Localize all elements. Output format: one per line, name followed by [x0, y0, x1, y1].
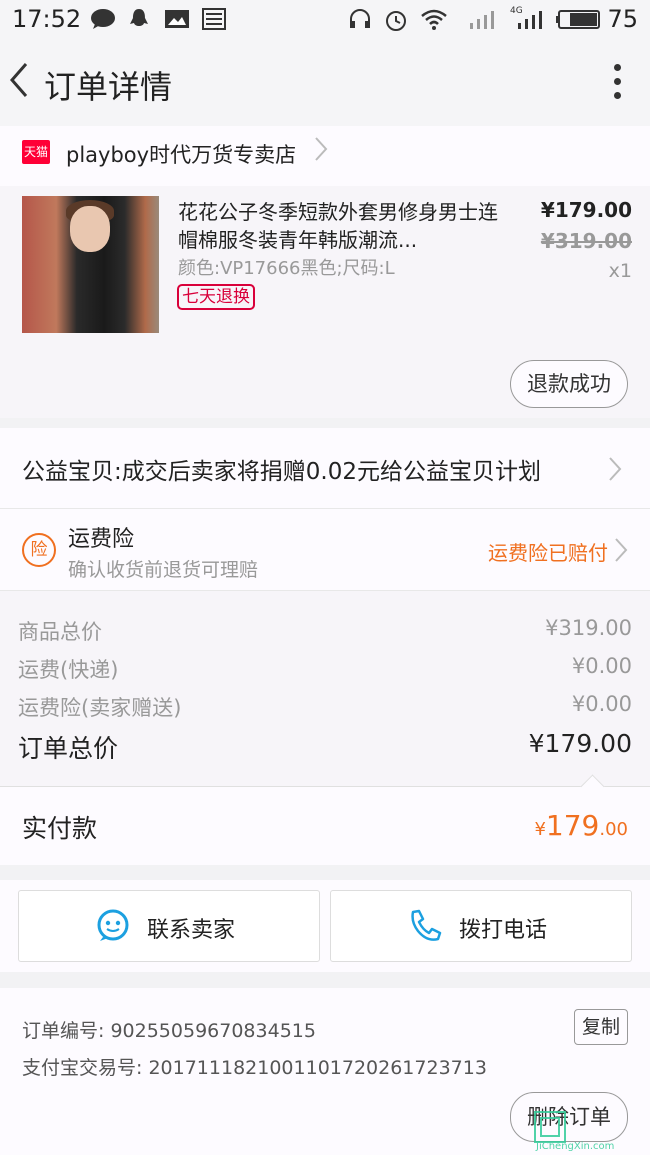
status-time: 17:52 — [12, 5, 82, 33]
call-phone-button[interactable]: 拨打电话 — [330, 890, 632, 962]
battery-icon — [556, 8, 602, 30]
order-total-value: ¥179.00 — [528, 729, 632, 758]
product-quantity: x1 — [608, 260, 632, 282]
charity-text: 公益宝贝:成交后卖家将捐赠0.02元给公益宝贝计划 — [22, 459, 541, 485]
chevron-right-icon — [614, 537, 628, 567]
insurance-fee-label: 运费险(卖家赠送) — [18, 696, 182, 720]
call-phone-label: 拨打电话 — [459, 918, 548, 943]
shipping-insurance-row[interactable]: 险 运费险 确认收货前退货可理赔 运费险已赔付 — [0, 508, 650, 591]
headset-icon — [348, 8, 372, 30]
image-notification-icon — [164, 8, 190, 30]
chevron-right-icon — [608, 456, 622, 486]
news-icon — [202, 8, 226, 30]
chat-bubble-icon — [95, 907, 131, 947]
back-icon[interactable] — [8, 60, 30, 109]
amount-paid-value: ¥179.00 — [534, 809, 628, 842]
page-title: 订单详情 — [44, 68, 173, 106]
insurance-fee-value: ¥0.00 — [571, 692, 632, 716]
product-price: ¥179.00 — [540, 198, 632, 222]
shipping-fee-value: ¥0.00 — [571, 654, 632, 678]
alipay-transaction-number[interactable]: 支付宝交易号: 2017111821001101720261723713 — [22, 1053, 487, 1080]
price-details: 商品总价 ¥319.00 运费(快递) ¥0.00 运费险(卖家赠送) ¥0.0… — [0, 590, 650, 787]
qq-icon — [128, 8, 150, 30]
battery-percentage: 75 — [607, 5, 638, 33]
order-number[interactable]: 订单编号: 90255059670834515 — [22, 1016, 316, 1043]
contact-seller-label: 联系卖家 — [147, 918, 236, 943]
chat-icon — [90, 8, 116, 30]
product-image[interactable] — [22, 196, 159, 333]
contact-seller-button[interactable]: 联系卖家 — [18, 890, 320, 962]
insurance-icon: 险 — [22, 533, 56, 567]
charity-row[interactable]: 公益宝贝:成交后卖家将捐赠0.02元给公益宝贝计划 — [0, 428, 650, 508]
phone-icon — [407, 907, 443, 947]
app-header: 订单详情 — [0, 40, 650, 126]
watermark-text: JiChengXin.com — [536, 1141, 615, 1152]
alarm-icon — [384, 8, 408, 31]
insurance-title: 运费险 — [68, 527, 135, 552]
tmall-logo-icon: 天猫 — [22, 140, 50, 164]
product-title[interactable]: 花花公子冬季短款外套男修身男士连帽棉服冬装青年韩版潮流... — [178, 198, 498, 254]
wifi-icon — [420, 8, 448, 30]
product-original-price: ¥319.00 — [540, 229, 632, 253]
status-bar: 17:52 4G 75 — [0, 0, 650, 40]
seven-day-return-badge: 七天退换 — [177, 284, 255, 310]
more-options-icon[interactable] — [614, 64, 622, 106]
copy-button[interactable]: 复制 — [574, 1009, 628, 1045]
signal-4g-icon — [512, 8, 548, 30]
watermark: JiChengXin.com — [532, 1107, 648, 1153]
product-spec: 颜色:VP17666黑色;尺码:L — [178, 258, 395, 279]
shipping-fee-label: 运费(快递) — [18, 658, 119, 682]
action-buttons: 联系卖家 拨打电话 — [0, 880, 650, 972]
product-card[interactable]: 花花公子冬季短款外套男修身男士连帽棉服冬装青年韩版潮流... 颜色:VP1766… — [0, 186, 650, 418]
insurance-status: 运费险已赔付 — [488, 541, 608, 565]
order-total-label: 订单总价 — [18, 734, 119, 763]
goods-total-label: 商品总价 — [18, 620, 102, 644]
signal-icon — [468, 8, 500, 30]
store-name[interactable]: playboy时代万货专卖店 — [66, 139, 296, 169]
goods-total-value: ¥319.00 — [545, 616, 632, 640]
store-row[interactable]: 天猫 playboy时代万货专卖店 — [0, 126, 650, 186]
amount-paid-label: 实付款 — [22, 814, 98, 843]
refund-status-button[interactable]: 退款成功 — [510, 360, 628, 408]
chevron-right-icon — [314, 136, 328, 169]
insurance-subtitle: 确认收货前退货可理赔 — [68, 559, 259, 581]
amount-paid-row: 实付款 ¥179.00 — [0, 774, 650, 865]
